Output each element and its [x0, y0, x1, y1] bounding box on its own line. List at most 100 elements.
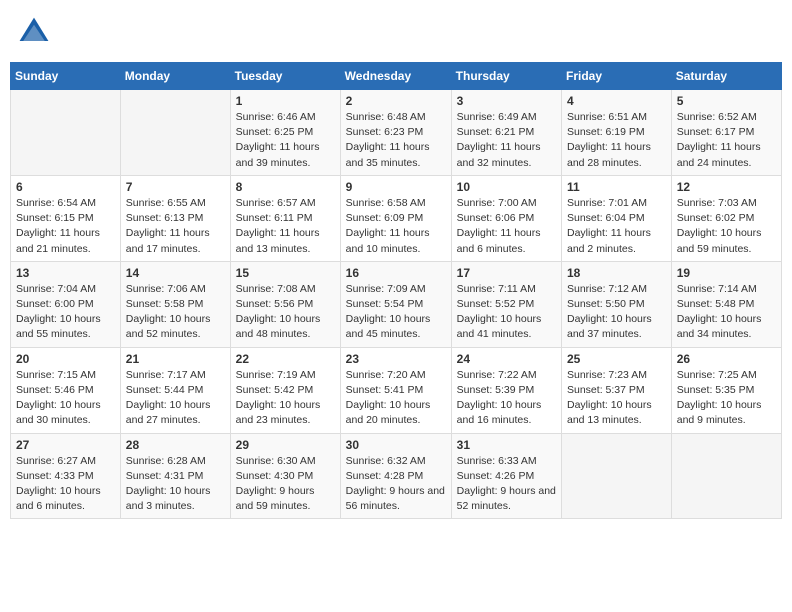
calendar-cell [671, 433, 781, 519]
calendar-cell: 9 Sunrise: 6:58 AM Sunset: 6:09 PM Daylig… [340, 175, 451, 261]
day-info: Sunrise: 6:55 AM Sunset: 6:13 PM Dayligh… [126, 196, 225, 257]
calendar-body: 1 Sunrise: 6:46 AM Sunset: 6:25 PM Daylig… [11, 90, 782, 519]
calendar-cell: 5 Sunrise: 6:52 AM Sunset: 6:17 PM Daylig… [671, 90, 781, 176]
weekday-header-monday: Monday [120, 63, 230, 90]
day-info: Sunrise: 6:33 AM Sunset: 4:26 PM Dayligh… [457, 454, 556, 515]
calendar-cell: 19 Sunrise: 7:14 AM Sunset: 5:48 PM Dayli… [671, 261, 781, 347]
calendar-cell: 16 Sunrise: 7:09 AM Sunset: 5:54 PM Dayli… [340, 261, 451, 347]
logo [16, 14, 56, 50]
calendar-cell: 10Sunrise: 7:00 AM Sunset: 6:06 PM Dayli… [451, 175, 561, 261]
calendar-cell: 13 Sunrise: 7:04 AM Sunset: 6:00 PM Dayli… [11, 261, 121, 347]
day-number: 25 [567, 352, 666, 366]
day-number: 1 [236, 94, 335, 108]
day-number: 12 [677, 180, 776, 194]
calendar-cell: 11Sunrise: 7:01 AM Sunset: 6:04 PM Dayli… [562, 175, 672, 261]
calendar-cell: 7 Sunrise: 6:55 AM Sunset: 6:13 PM Daylig… [120, 175, 230, 261]
day-number: 11 [567, 180, 666, 194]
day-info: Sunrise: 6:49 AM Sunset: 6:21 PM Dayligh… [457, 110, 556, 171]
calendar-cell: 29Sunrise: 6:30 AM Sunset: 4:30 PM Dayli… [230, 433, 340, 519]
day-info: Sunrise: 6:27 AM Sunset: 4:33 PM Dayligh… [16, 454, 115, 515]
calendar-cell: 21 Sunrise: 7:17 AM Sunset: 5:44 PM Dayli… [120, 347, 230, 433]
day-info: Sunrise: 7:14 AM Sunset: 5:48 PM Dayligh… [677, 282, 776, 343]
day-info: Sunrise: 6:57 AM Sunset: 6:11 PM Dayligh… [236, 196, 335, 257]
calendar-week-4: 20Sunrise: 7:15 AM Sunset: 5:46 PM Dayli… [11, 347, 782, 433]
calendar-week-3: 13 Sunrise: 7:04 AM Sunset: 6:00 PM Dayli… [11, 261, 782, 347]
day-info: Sunrise: 7:15 AM Sunset: 5:46 PM Dayligh… [16, 368, 115, 429]
calendar-cell: 20Sunrise: 7:15 AM Sunset: 5:46 PM Dayli… [11, 347, 121, 433]
calendar-cell: 3 Sunrise: 6:49 AM Sunset: 6:21 PM Daylig… [451, 90, 561, 176]
day-info: Sunrise: 6:52 AM Sunset: 6:17 PM Dayligh… [677, 110, 776, 171]
calendar-cell: 4 Sunrise: 6:51 AM Sunset: 6:19 PM Daylig… [562, 90, 672, 176]
day-info: Sunrise: 7:12 AM Sunset: 5:50 PM Dayligh… [567, 282, 666, 343]
day-number: 6 [16, 180, 115, 194]
calendar-cell [11, 90, 121, 176]
weekday-header-sunday: Sunday [11, 63, 121, 90]
day-info: Sunrise: 6:48 AM Sunset: 6:23 PM Dayligh… [346, 110, 446, 171]
page-header [10, 10, 782, 54]
day-number: 28 [126, 438, 225, 452]
calendar-cell: 26 Sunrise: 7:25 AM Sunset: 5:35 PM Dayli… [671, 347, 781, 433]
day-number: 22 [236, 352, 335, 366]
calendar-week-5: 27 Sunrise: 6:27 AM Sunset: 4:33 PM Dayli… [11, 433, 782, 519]
day-info: Sunrise: 6:54 AM Sunset: 6:15 PM Dayligh… [16, 196, 115, 257]
day-info: Sunrise: 6:51 AM Sunset: 6:19 PM Dayligh… [567, 110, 666, 171]
calendar-cell: 2 Sunrise: 6:48 AM Sunset: 6:23 PM Daylig… [340, 90, 451, 176]
day-number: 7 [126, 180, 225, 194]
day-info: Sunrise: 6:28 AM Sunset: 4:31 PM Dayligh… [126, 454, 225, 515]
day-info: Sunrise: 7:23 AM Sunset: 5:37 PM Dayligh… [567, 368, 666, 429]
calendar-cell: 22 Sunrise: 7:19 AM Sunset: 5:42 PM Dayli… [230, 347, 340, 433]
day-number: 18 [567, 266, 666, 280]
day-number: 8 [236, 180, 335, 194]
day-info: Sunrise: 6:46 AM Sunset: 6:25 PM Dayligh… [236, 110, 335, 171]
day-number: 31 [457, 438, 556, 452]
day-info: Sunrise: 7:17 AM Sunset: 5:44 PM Dayligh… [126, 368, 225, 429]
day-number: 3 [457, 94, 556, 108]
day-number: 21 [126, 352, 225, 366]
day-number: 19 [677, 266, 776, 280]
day-number: 16 [346, 266, 446, 280]
calendar-cell: 6 Sunrise: 6:54 AM Sunset: 6:15 PM Daylig… [11, 175, 121, 261]
calendar-cell [120, 90, 230, 176]
calendar-week-2: 6 Sunrise: 6:54 AM Sunset: 6:15 PM Daylig… [11, 175, 782, 261]
day-number: 23 [346, 352, 446, 366]
day-info: Sunrise: 7:04 AM Sunset: 6:00 PM Dayligh… [16, 282, 115, 343]
day-info: Sunrise: 7:06 AM Sunset: 5:58 PM Dayligh… [126, 282, 225, 343]
day-info: Sunrise: 7:25 AM Sunset: 5:35 PM Dayligh… [677, 368, 776, 429]
day-info: Sunrise: 7:19 AM Sunset: 5:42 PM Dayligh… [236, 368, 335, 429]
day-number: 2 [346, 94, 446, 108]
calendar-cell: 27 Sunrise: 6:27 AM Sunset: 4:33 PM Dayli… [11, 433, 121, 519]
calendar-cell: 28 Sunrise: 6:28 AM Sunset: 4:31 PM Dayli… [120, 433, 230, 519]
day-number: 14 [126, 266, 225, 280]
calendar-cell: 12 Sunrise: 7:03 AM Sunset: 6:02 PM Dayli… [671, 175, 781, 261]
day-info: Sunrise: 7:11 AM Sunset: 5:52 PM Dayligh… [457, 282, 556, 343]
day-number: 9 [346, 180, 446, 194]
day-number: 30 [346, 438, 446, 452]
day-info: Sunrise: 7:03 AM Sunset: 6:02 PM Dayligh… [677, 196, 776, 257]
day-number: 5 [677, 94, 776, 108]
day-number: 4 [567, 94, 666, 108]
calendar-week-1: 1 Sunrise: 6:46 AM Sunset: 6:25 PM Daylig… [11, 90, 782, 176]
weekday-header-wednesday: Wednesday [340, 63, 451, 90]
day-number: 24 [457, 352, 556, 366]
calendar-cell: 1 Sunrise: 6:46 AM Sunset: 6:25 PM Daylig… [230, 90, 340, 176]
day-info: Sunrise: 7:00 AM Sunset: 6:06 PM Dayligh… [457, 196, 556, 257]
weekday-row: SundayMondayTuesdayWednesdayThursdayFrid… [11, 63, 782, 90]
day-info: Sunrise: 6:58 AM Sunset: 6:09 PM Dayligh… [346, 196, 446, 257]
day-number: 26 [677, 352, 776, 366]
day-number: 13 [16, 266, 115, 280]
day-info: Sunrise: 7:20 AM Sunset: 5:41 PM Dayligh… [346, 368, 446, 429]
day-info: Sunrise: 7:09 AM Sunset: 5:54 PM Dayligh… [346, 282, 446, 343]
day-number: 27 [16, 438, 115, 452]
weekday-header-friday: Friday [562, 63, 672, 90]
calendar-table: SundayMondayTuesdayWednesdayThursdayFrid… [10, 62, 782, 519]
calendar-cell: 24 Sunrise: 7:22 AM Sunset: 5:39 PM Dayli… [451, 347, 561, 433]
day-number: 29 [236, 438, 335, 452]
day-number: 17 [457, 266, 556, 280]
calendar-cell: 31 Sunrise: 6:33 AM Sunset: 4:26 PM Dayli… [451, 433, 561, 519]
day-info: Sunrise: 7:22 AM Sunset: 5:39 PM Dayligh… [457, 368, 556, 429]
day-number: 15 [236, 266, 335, 280]
weekday-header-saturday: Saturday [671, 63, 781, 90]
weekday-header-tuesday: Tuesday [230, 63, 340, 90]
day-info: Sunrise: 6:32 AM Sunset: 4:28 PM Dayligh… [346, 454, 446, 515]
calendar-header: SundayMondayTuesdayWednesdayThursdayFrid… [11, 63, 782, 90]
